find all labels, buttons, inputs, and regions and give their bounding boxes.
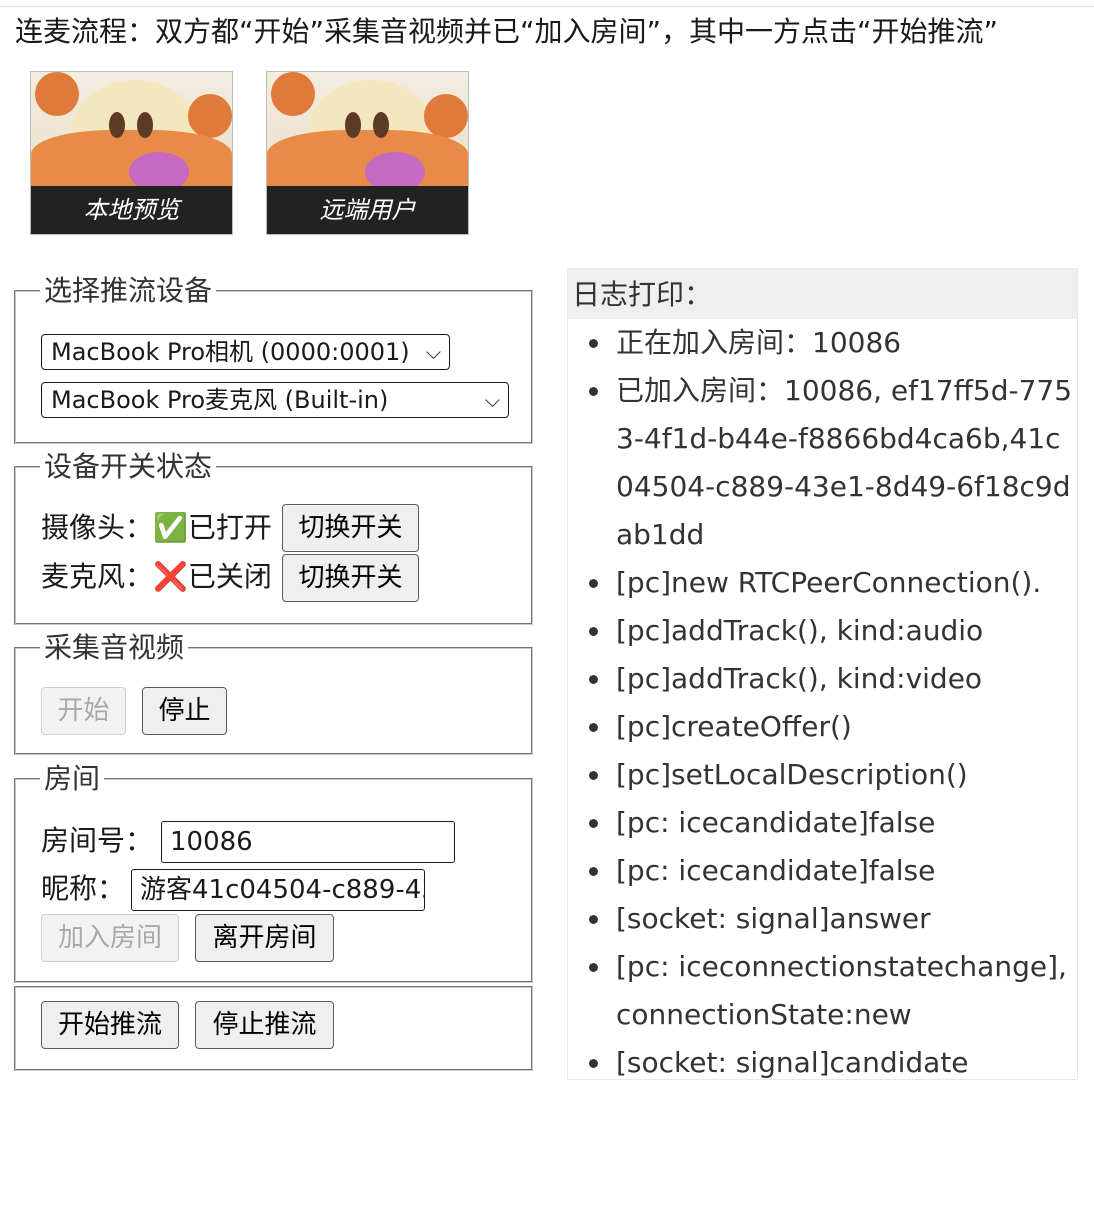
camera-status-value: 已打开 [187,511,272,544]
mic-toggle-button[interactable]: 切换开关 [282,554,419,602]
log-entry: [pc: icecandidate]false [568,799,1077,847]
capture-stop-button[interactable]: 停止 [142,687,227,735]
check-icon: ✅ [153,511,188,544]
top-divider [0,6,1094,7]
camera-toggle-button[interactable]: 切换开关 [282,504,419,552]
log-entry: 正在加入房间：10086 [568,319,1077,367]
log-entry: [pc]addTrack(), kind:video [568,655,1077,703]
log-list: 正在加入房间：10086 已加入房间：10086, ef17ff5d-7753-… [568,319,1077,1079]
camera-status-label: 摄像头： [41,511,154,544]
log-title: 日志打印： [568,269,1077,319]
video-frame [267,72,468,192]
mic-select[interactable]: MacBook Pro麦克风 (Built-in) ⌵ [41,382,509,418]
log-entry: [pc: icecandidate]false [568,847,1077,895]
chevron-down-icon: ⌵ [484,388,500,412]
capture-start-button[interactable]: 开始 [41,687,126,735]
mic-status-value: 已关闭 [187,560,272,593]
remote-video-preview: 远端用户 [266,71,469,235]
remote-video-caption: 远端用户 [267,186,468,234]
camera-status-row: 摄像头：✅已打开 [41,508,272,548]
log-entry: [pc]new RTCPeerConnection(). [568,559,1077,607]
mic-select-value: MacBook Pro麦克风 (Built-in) [51,386,389,414]
nickname-input[interactable]: 游客41c04504-c889-43e [131,869,425,911]
stop-push-button[interactable]: 停止推流 [195,1001,334,1049]
start-push-button[interactable]: 开始推流 [41,1001,179,1049]
device-select-legend: 选择推流设备 [44,274,213,307]
log-entry: [pc]addTrack(), kind:audio [568,607,1077,655]
chevron-down-icon: ⌵ [425,340,441,364]
nickname-label: 昵称： [41,872,126,905]
mic-status-row: 麦克风：❌已关闭 [41,557,272,597]
device-status-legend: 设备开关状态 [44,450,213,483]
cross-icon: ❌ [153,560,188,593]
join-room-button[interactable]: 加入房间 [41,914,179,962]
camera-select[interactable]: MacBook Pro相机 (0000:0001) ⌵ [41,334,450,370]
local-video-caption: 本地预览 [31,186,232,234]
room-id-input[interactable]: 10086 [161,821,455,863]
log-entry: [socket: signal]answer [568,895,1077,943]
room-id-label: 房间号： [41,824,154,857]
log-entry: [socket: signal]candidate [568,1039,1077,1079]
leave-room-button[interactable]: 离开房间 [195,914,334,962]
intro-text: 连麦流程：双方都“开始”采集音视频并已“加入房间”，其中一方点击“开始推流” [15,15,999,48]
log-panel[interactable]: 日志打印： 正在加入房间：10086 已加入房间：10086, ef17ff5d… [567,268,1078,1080]
local-video-preview: 本地预览 [30,71,233,235]
log-entry: 已加入房间：10086, ef17ff5d-7753-4f1d-b44e-f88… [568,367,1077,559]
mic-status-label: 麦克风： [41,560,154,593]
room-legend: 房间 [44,762,101,795]
log-entry: [pc: iceconnectionstatechange], connecti… [568,943,1077,1039]
log-entry: [pc]createOffer() [568,703,1077,751]
log-entry: [pc]setLocalDescription() [568,751,1077,799]
capture-legend: 采集音视频 [44,631,185,664]
video-frame [31,72,232,192]
camera-select-value: MacBook Pro相机 (0000:0001) [51,338,410,366]
